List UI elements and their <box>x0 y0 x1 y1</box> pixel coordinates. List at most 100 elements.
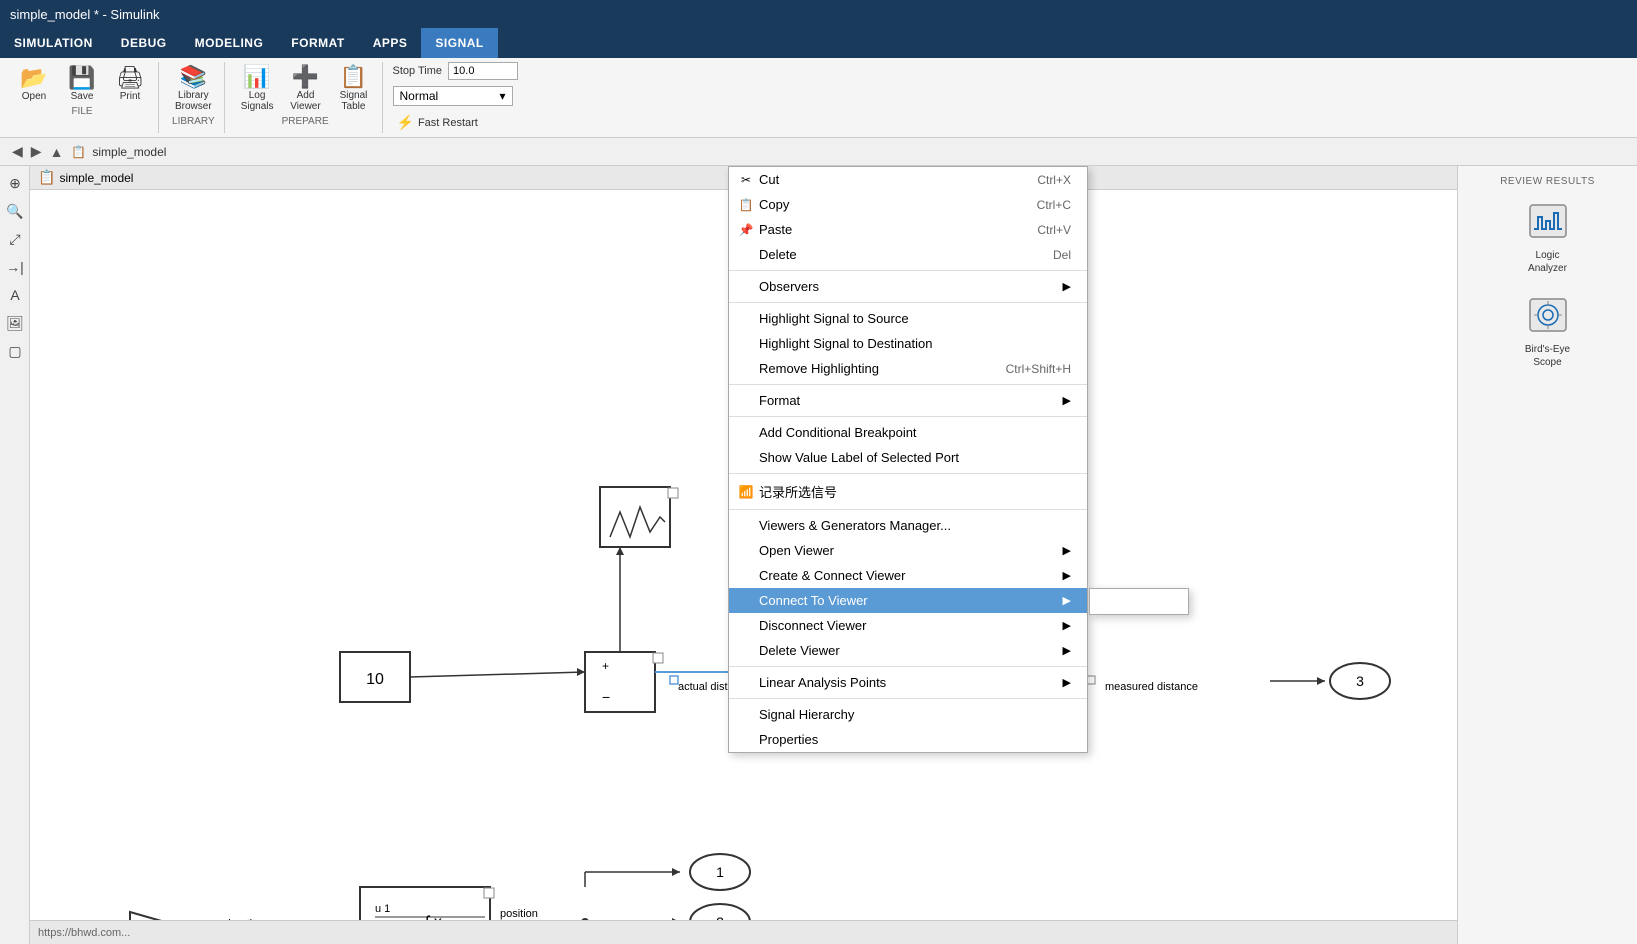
nav-forward-button[interactable]: ▶ <box>29 141 44 162</box>
ctx-add-breakpoint[interactable]: Add Conditional Breakpoint <box>729 420 1087 445</box>
constant-value: 10 <box>366 671 384 688</box>
ctx-show-value-label[interactable]: Show Value Label of Selected Port <box>729 445 1087 470</box>
titlebar: simple_model * - Simulink <box>0 0 1637 28</box>
menu-format[interactable]: FORMAT <box>277 28 358 58</box>
ctx-copy[interactable]: 📋 Copy Ctrl+C <box>729 192 1087 217</box>
open-button[interactable]: 📂 Open <box>12 63 56 106</box>
lt-expand-btn[interactable]: ⤢ <box>2 226 28 252</box>
fast-restart-button[interactable]: ⚡ Fast Restart <box>393 112 482 133</box>
print-button[interactable]: 🖨 Print <box>108 63 152 106</box>
prepare-buttons: 📊 Log Signals ➕ Add Viewer 📋 Signal Tabl… <box>235 62 376 116</box>
ctx-format-label: Format <box>759 393 800 408</box>
ctx-delete-viewer[interactable]: Delete Viewer ▶ <box>729 638 1087 663</box>
save-button[interactable]: 💾 Save <box>60 63 104 106</box>
ctx-sep6 <box>729 509 1087 510</box>
stoptime-label: Stop Time <box>393 65 443 77</box>
ctx-disconnect-viewer[interactable]: Disconnect Viewer ▶ <box>729 613 1087 638</box>
menu-simulation[interactable]: SIMULATION <box>0 28 107 58</box>
ctx-properties[interactable]: Properties <box>729 727 1087 752</box>
log-signals-button[interactable]: 📊 Log Signals <box>235 62 280 116</box>
ctx-paste[interactable]: 📌 Paste Ctrl+V <box>729 217 1087 242</box>
menu-debug[interactable]: DEBUG <box>107 28 181 58</box>
line-const-sum <box>410 672 585 677</box>
create-connect-arrow-icon: ▶ <box>1063 569 1071 582</box>
lt-btn-3[interactable]: →| <box>2 254 28 280</box>
signal-port-actual <box>670 676 678 684</box>
ctx-sep8 <box>729 698 1087 699</box>
normal-dropdown[interactable]: Normal ▾ <box>393 86 513 106</box>
ctx-cut[interactable]: ✂ Cut Ctrl+X <box>729 167 1087 192</box>
ctx-observers[interactable]: Observers ▶ <box>729 274 1087 299</box>
ctx-paste-shortcut: Ctrl+V <box>1037 223 1071 237</box>
lt-text-btn[interactable]: A <box>2 282 28 308</box>
library-label: LIBRARY <box>169 116 218 127</box>
ctx-highlight-dest[interactable]: Highlight Signal to Destination <box>729 331 1087 356</box>
measured-distance-label: measured distance <box>1105 681 1198 693</box>
context-menu: ✂ Cut Ctrl+X 📋 Copy Ctrl+C 📌 Paste Ctrl+… <box>728 166 1088 753</box>
ctx-properties-label: Properties <box>759 732 818 747</box>
ctx-add-breakpoint-label: Add Conditional Breakpoint <box>759 425 917 440</box>
ctx-sep1 <box>729 270 1087 271</box>
menu-signal[interactable]: SIGNAL <box>421 28 497 58</box>
ctx-copy-label: Copy <box>759 197 789 212</box>
library-icon: 📚 <box>180 66 207 88</box>
ctx-cut-label: Cut <box>759 172 779 187</box>
library-buttons: 📚 Library Browser <box>169 62 218 116</box>
lt-square-btn[interactable]: ▢ <box>2 338 28 364</box>
lt-btn-1[interactable]: 🔍 <box>2 198 28 224</box>
scope-submenu-item[interactable]: Scope <box>1090 589 1188 614</box>
log-signals-icon: 📊 <box>243 66 270 88</box>
logic-analyzer-button[interactable]: Logic Analyzer <box>1513 197 1583 281</box>
nav-back-button[interactable]: ◀ <box>10 141 25 162</box>
nav-up-button[interactable]: ▲ <box>48 142 66 162</box>
menu-apps[interactable]: APPS <box>359 28 422 58</box>
ctx-record-signal[interactable]: 📶 记录所选信号 <box>729 477 1087 506</box>
fast-restart-icon: ⚡ <box>397 114 414 131</box>
ctx-viewers-generators[interactable]: Viewers & Generators Manager... <box>729 513 1087 538</box>
right-panel: REVIEW RESULTS Logic Analyzer <box>1457 166 1637 944</box>
ctx-delete[interactable]: Delete Del <box>729 242 1087 267</box>
integrator-port-top <box>484 888 494 898</box>
arrow-measured-out3 <box>1317 677 1325 685</box>
ctx-remove-highlighting[interactable]: Remove Highlighting Ctrl+Shift+H <box>729 356 1087 381</box>
ctx-sep4 <box>729 416 1087 417</box>
print-icon: 🖨 <box>116 67 144 89</box>
sum-block[interactable] <box>585 652 655 712</box>
file-label: FILE <box>12 106 152 117</box>
add-viewer-button[interactable]: ➕ Add Viewer <box>284 62 328 116</box>
ctx-viewers-generators-label: Viewers & Generators Manager... <box>759 518 951 533</box>
ctx-show-value-label-label: Show Value Label of Selected Port <box>759 450 959 465</box>
arrow-const-sum <box>577 668 585 676</box>
menu-modeling[interactable]: MODELING <box>181 28 278 58</box>
ctx-highlight-source-label: Highlight Signal to Source <box>759 311 909 326</box>
library-section: 📚 Library Browser LIBRARY <box>163 62 225 133</box>
ctx-format[interactable]: Format ▶ <box>729 388 1087 413</box>
stoptime-input[interactable] <box>448 62 518 80</box>
sum-plus: + <box>602 659 609 673</box>
lt-img-btn[interactable]: 🖼 <box>2 310 28 336</box>
connect-to-viewer-submenu: Scope <box>1089 588 1189 615</box>
ctx-sep3 <box>729 384 1087 385</box>
ctx-sep5 <box>729 473 1087 474</box>
ctx-highlight-source[interactable]: Highlight Signal to Source <box>729 306 1087 331</box>
ctx-create-connect-viewer[interactable]: Create & Connect Viewer ▶ <box>729 563 1087 588</box>
sim-controls-section: Stop Time Normal ▾ ⚡ Fast Restart <box>387 62 525 133</box>
delete-viewer-arrow-icon: ▶ <box>1063 644 1071 657</box>
ctx-connect-to-viewer[interactable]: Connect To Viewer ▶ Scope <box>729 588 1087 613</box>
integrator-u: u 1 <box>375 903 390 915</box>
ctx-open-viewer[interactable]: Open Viewer ▶ <box>729 538 1087 563</box>
ctx-remove-highlighting-shortcut: Ctrl+Shift+H <box>1006 362 1071 376</box>
prepare-label: PREPARE <box>235 116 376 127</box>
out1-value: 1 <box>716 864 724 880</box>
birds-eye-scope-button[interactable]: Bird's-Eye Scope <box>1513 291 1583 375</box>
ctx-signal-hierarchy[interactable]: Signal Hierarchy <box>729 702 1087 727</box>
review-results-label: REVIEW RESULTS <box>1500 176 1595 187</box>
model-icon: 📋 <box>38 169 55 186</box>
signal-table-button[interactable]: 📋 Signal Table <box>332 62 376 116</box>
lt-btn-0[interactable]: ⊕ <box>2 170 28 196</box>
library-browser-button[interactable]: 📚 Library Browser <box>169 62 218 116</box>
ctx-linear-analysis-points[interactable]: Linear Analysis Points ▶ <box>729 670 1087 695</box>
observers-arrow-icon: ▶ <box>1063 280 1071 293</box>
format-arrow-icon: ▶ <box>1063 394 1071 407</box>
file-section: 📂 Open 💾 Save 🖨 Print FILE <box>6 62 159 133</box>
